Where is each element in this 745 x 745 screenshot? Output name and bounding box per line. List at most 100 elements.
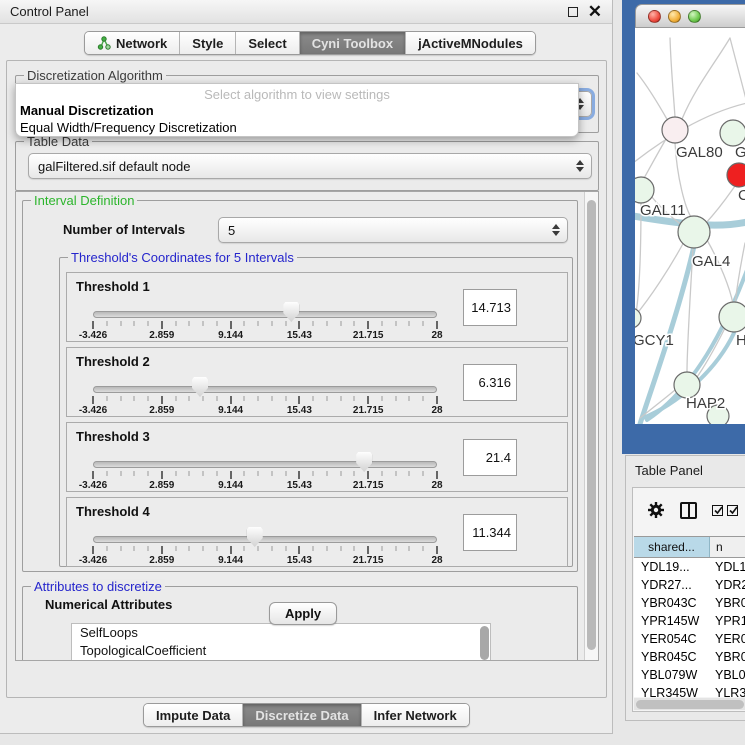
close-traffic-light[interactable] xyxy=(648,10,661,23)
table-row[interactable]: YDL19...YDL1 xyxy=(634,558,745,576)
cell-name[interactable]: YDL1 xyxy=(710,560,745,574)
tick-label: 21.715 xyxy=(353,405,384,416)
hscrollbar-thumb[interactable] xyxy=(636,700,744,709)
float-window-icon[interactable] xyxy=(568,7,578,17)
minor-tick xyxy=(326,546,327,551)
tab-impute-data[interactable]: Impute Data xyxy=(144,704,242,726)
threshold-4-value[interactable]: 11.344 xyxy=(463,514,517,551)
close-icon[interactable]: ✕ xyxy=(588,7,602,17)
tick-label: 2.859 xyxy=(149,405,174,416)
checkbox-icon[interactable] xyxy=(712,505,723,516)
minor-tick xyxy=(244,321,245,326)
table-row[interactable]: YBR043CYBR0 xyxy=(634,594,745,612)
minor-tick xyxy=(340,396,341,401)
tab-discretize-data[interactable]: Discretize Data xyxy=(242,704,360,726)
cell-shared-name[interactable]: YBR043C xyxy=(634,596,710,610)
network-node[interactable] xyxy=(678,216,710,248)
thresholds-group-title: Threshold's Coordinates for 5 Intervals xyxy=(68,250,297,265)
control-panel-titlebar: Control Panel ✕ xyxy=(0,0,612,24)
tab-cyni-toolbox[interactable]: Cyni Toolbox xyxy=(299,32,405,54)
slider-thumb[interactable] xyxy=(192,377,208,397)
slider-thumb[interactable] xyxy=(283,302,299,322)
columns-icon[interactable] xyxy=(680,502,697,519)
cell-name[interactable]: YER0 xyxy=(710,632,745,646)
network-canvas[interactable]: GAL80GACGAL11GAL4GCY1HHAP2 xyxy=(635,28,745,424)
cell-name[interactable]: YBR0 xyxy=(710,650,745,664)
network-node[interactable] xyxy=(719,302,745,332)
tick-label: 28 xyxy=(431,555,442,566)
table-row[interactable]: YER054CYER0 xyxy=(634,630,745,648)
network-node[interactable] xyxy=(727,163,745,187)
cell-shared-name[interactable]: YPR145W xyxy=(634,614,710,628)
tab-select[interactable]: Select xyxy=(235,32,298,54)
threshold-4-slider[interactable] xyxy=(93,536,437,543)
attribute-item[interactable]: SelfLoops xyxy=(72,624,490,642)
minor-tick xyxy=(134,471,135,476)
threshold-1-value[interactable]: 14.713 xyxy=(463,289,517,326)
slider-thumb[interactable] xyxy=(247,527,263,547)
tab-style[interactable]: Style xyxy=(179,32,235,54)
column-header-name[interactable]: n xyxy=(710,537,745,557)
table-row[interactable]: YPR145WYPR1 xyxy=(634,612,745,630)
column-header-shared-name[interactable]: shared... xyxy=(634,537,710,557)
major-tick xyxy=(161,321,163,329)
threshold-3-slider[interactable] xyxy=(93,461,437,468)
tick-label: 21.715 xyxy=(353,330,384,341)
table-data-combo[interactable]: galFiltered.sif default node xyxy=(28,153,592,179)
zoom-traffic-light[interactable] xyxy=(688,10,701,23)
number-of-intervals-combo[interactable]: 5 xyxy=(218,217,568,243)
table-row[interactable]: YBL079WYBL0 xyxy=(634,666,745,684)
cell-name[interactable]: YLR3 xyxy=(710,686,745,697)
table-row[interactable]: YBR045CYBR0 xyxy=(634,648,745,666)
gear-icon[interactable] xyxy=(647,501,665,519)
table-horizontal-scrollbar[interactable] xyxy=(634,698,745,710)
cell-name[interactable]: YBR0 xyxy=(710,596,745,610)
attributes-scrollbar-thumb[interactable] xyxy=(480,626,489,660)
minor-tick xyxy=(258,321,259,326)
algorithm-option-manual[interactable]: Manual Discretization xyxy=(20,103,154,118)
tab-network[interactable]: Network xyxy=(85,32,179,54)
cell-shared-name[interactable]: YBL079W xyxy=(634,668,710,682)
table-row[interactable]: YDR27...YDR2 xyxy=(634,576,745,594)
scrollbar-thumb[interactable] xyxy=(587,200,596,650)
network-node[interactable] xyxy=(662,117,688,143)
apply-button[interactable]: Apply xyxy=(269,602,337,625)
attribute-item[interactable]: TopologicalCoefficient xyxy=(72,642,490,660)
threshold-3-value[interactable]: 21.4 xyxy=(463,439,517,476)
tick-label: 15.43 xyxy=(287,480,312,491)
network-node[interactable] xyxy=(635,308,641,328)
settings-vertical-scrollbar[interactable] xyxy=(584,192,598,660)
table-row[interactable]: YLR345WYLR3 xyxy=(634,684,745,697)
cell-shared-name[interactable]: YER054C xyxy=(634,632,710,646)
tab-infer-network[interactable]: Infer Network xyxy=(361,704,469,726)
minor-tick xyxy=(203,321,204,326)
threshold-1-slider[interactable] xyxy=(93,311,437,318)
cell-name[interactable]: YDR2 xyxy=(710,578,745,592)
slider-thumb[interactable] xyxy=(356,452,372,472)
cell-shared-name[interactable]: YDL19... xyxy=(634,560,710,574)
cell-shared-name[interactable]: YLR345W xyxy=(634,686,710,697)
attribute-item[interactable]: BetweennessCentrality xyxy=(72,660,490,661)
numerical-attributes-list[interactable]: SelfLoopsTopologicalCoefficientBetweenne… xyxy=(71,623,491,661)
major-tick xyxy=(92,471,94,479)
cell-shared-name[interactable]: YDR27... xyxy=(634,578,710,592)
tick-label: -3.426 xyxy=(79,555,107,566)
network-node[interactable] xyxy=(635,177,654,203)
cell-name[interactable]: YPR1 xyxy=(710,614,745,628)
algorithm-option-equal-width[interactable]: Equal Width/Frequency Discretization xyxy=(20,120,237,135)
minor-tick xyxy=(395,321,396,326)
algorithm-dropdown-popup: Select algorithm to view settings Manual… xyxy=(15,83,579,137)
number-of-intervals-value: 5 xyxy=(228,223,235,238)
checkbox-icon[interactable] xyxy=(727,505,738,516)
cell-shared-name[interactable]: YBR045C xyxy=(634,650,710,664)
tick-label: 2.859 xyxy=(149,330,174,341)
network-node[interactable] xyxy=(720,120,745,146)
cell-name[interactable]: YBL0 xyxy=(710,668,745,682)
threshold-2-value[interactable]: 6.316 xyxy=(463,364,517,401)
minor-tick xyxy=(189,471,190,476)
threshold-2-slider[interactable] xyxy=(93,386,437,393)
minor-tick xyxy=(175,321,176,326)
slider-ticks: -3.4262.8599.14415.4321.71528 xyxy=(93,396,437,416)
tab-jactivemnodules[interactable]: jActiveMNodules xyxy=(405,32,535,54)
minimize-traffic-light[interactable] xyxy=(668,10,681,23)
